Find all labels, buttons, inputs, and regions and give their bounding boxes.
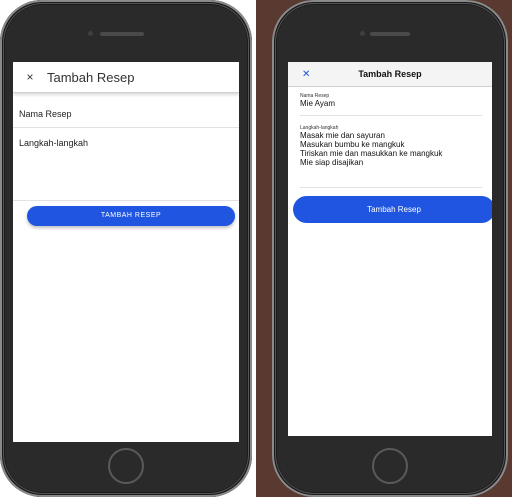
step-line: Tiriskan mie dan masukkan ke mangkuk	[300, 149, 443, 158]
camera-icon	[88, 31, 93, 36]
speaker-grille	[100, 32, 144, 36]
recipe-steps-value[interactable]: Masak mie dan sayuran Masukan bumbu ke m…	[300, 131, 482, 167]
speaker-grille	[370, 32, 410, 36]
phone-frame-left: × Tambah Resep Nama Resep Langkah-langka…	[0, 0, 252, 497]
recipe-steps-input[interactable]: Langkah-langkah	[13, 128, 239, 201]
camera-icon	[360, 31, 365, 36]
close-icon[interactable]: ×	[13, 70, 47, 84]
step-line: Mie siap disajikan	[300, 158, 364, 167]
home-button[interactable]	[372, 448, 408, 484]
add-recipe-button[interactable]: Tambah Resep	[293, 196, 492, 223]
recipe-name-input[interactable]: Nama Resep	[13, 93, 239, 128]
phone-frame-right: ✕ Tambah Resep Nama Resep Mie Ayam Langk…	[272, 0, 508, 497]
screen-left: × Tambah Resep Nama Resep Langkah-langka…	[13, 62, 239, 442]
app-header: ✕ Tambah Resep	[288, 62, 492, 87]
recipe-name-field[interactable]: Nama Resep Mie Ayam	[300, 87, 482, 116]
screen-right: ✕ Tambah Resep Nama Resep Mie Ayam Langk…	[288, 62, 492, 436]
home-button[interactable]	[108, 448, 144, 484]
page-title: Tambah Resep	[358, 69, 422, 79]
recipe-steps-field[interactable]: Langkah-langkah Masak mie dan sayuran Ma…	[300, 116, 482, 188]
page-title: Tambah Resep	[47, 69, 135, 85]
close-icon[interactable]: ✕	[302, 69, 310, 80]
app-header: × Tambah Resep	[13, 62, 239, 93]
step-line: Masak mie dan sayuran	[300, 131, 385, 140]
add-recipe-button[interactable]: TAMBAH RESEP	[27, 206, 235, 226]
step-line: Masukan bumbu ke mangkuk	[300, 140, 405, 149]
recipe-name-value[interactable]: Mie Ayam	[300, 99, 482, 108]
